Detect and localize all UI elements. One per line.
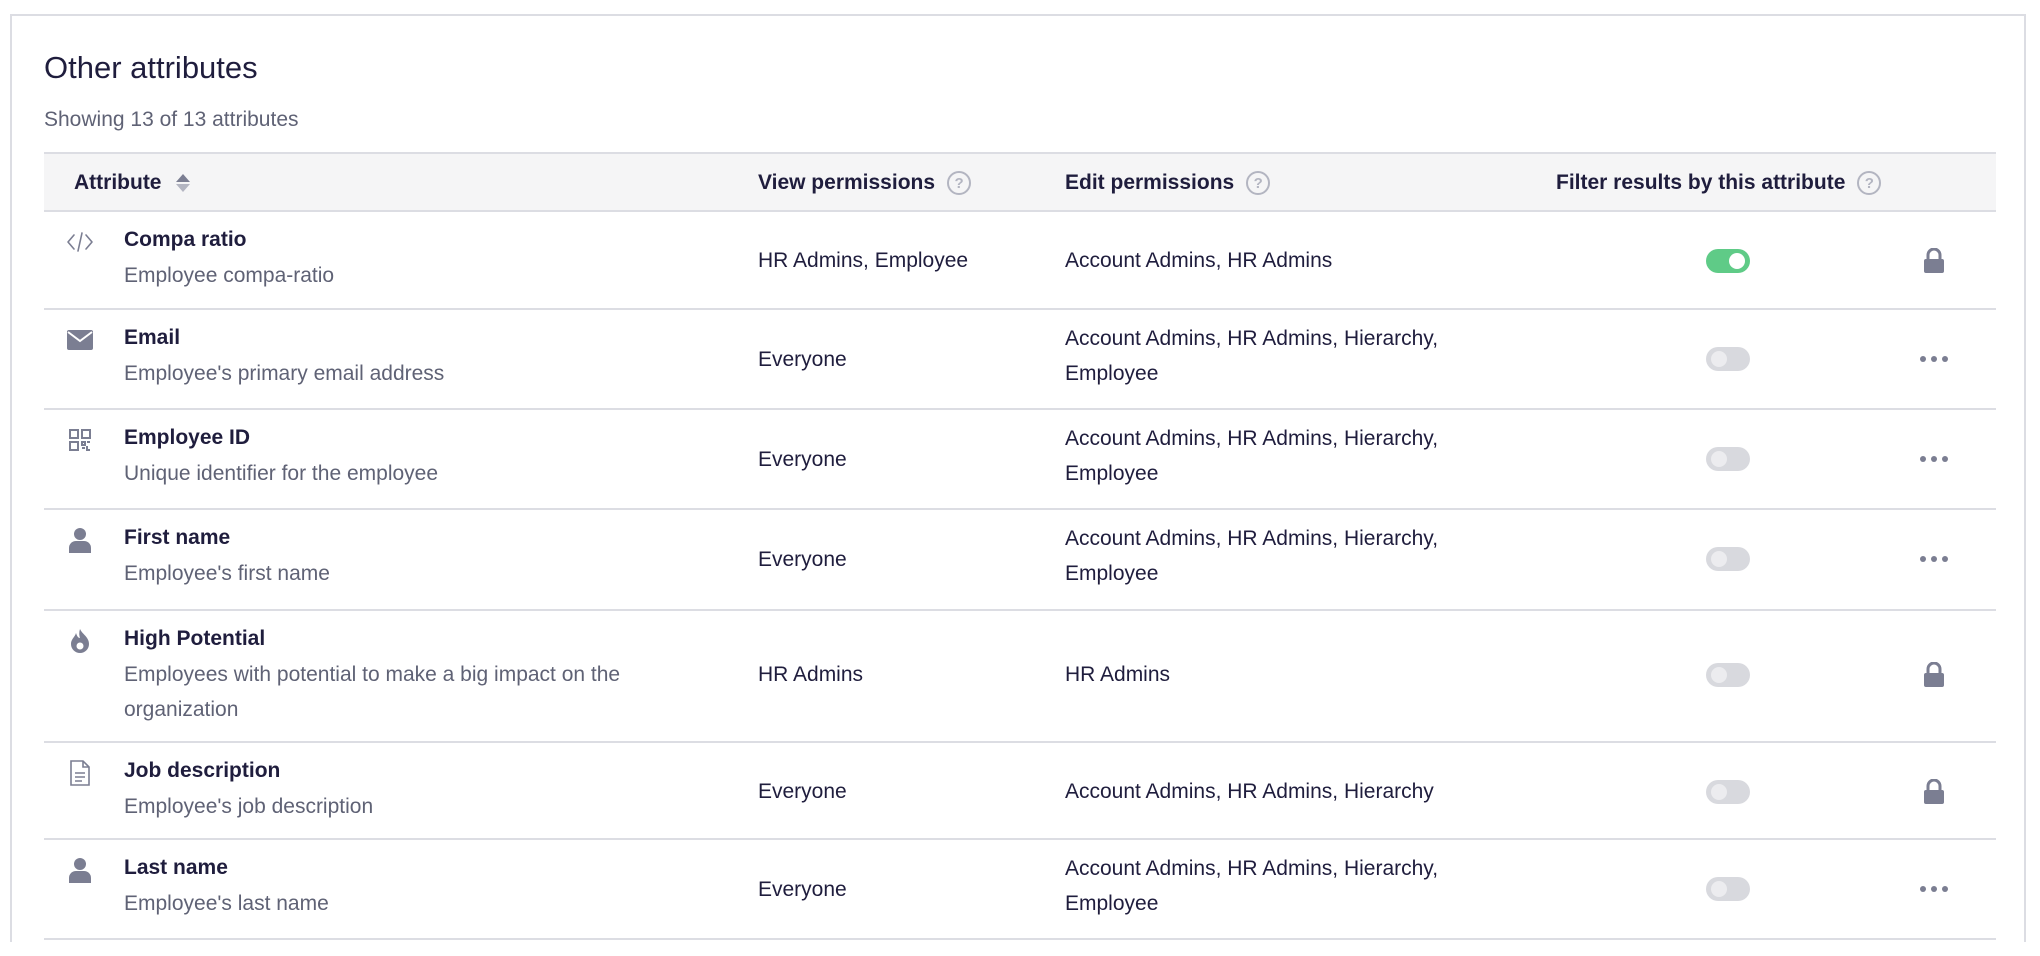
filter-toggle[interactable] xyxy=(1706,249,1750,273)
lock-icon xyxy=(1912,660,1956,690)
edit-permissions-continued: Employee xyxy=(1065,362,1159,385)
view-permissions: Everyone xyxy=(758,348,847,371)
edit-permissions-continued: Employee xyxy=(1065,892,1159,915)
section-subtitle: Showing 13 of 13 attributes xyxy=(44,108,299,131)
view-permissions: Everyone xyxy=(758,878,847,901)
attribute-description: Employee's job description xyxy=(124,795,374,818)
table-header: Attribute View permissions ? Edit permis… xyxy=(44,152,1996,212)
edit-permissions: HR Admins xyxy=(1065,663,1171,686)
attribute-description: Employee's primary email address xyxy=(124,362,445,385)
lock-icon xyxy=(1912,246,1956,276)
filter-toggle[interactable] xyxy=(1706,877,1750,901)
qr-code-icon xyxy=(66,426,94,454)
help-icon[interactable]: ? xyxy=(947,171,972,195)
attribute-name: Last name xyxy=(124,856,228,879)
table-row[interactable]: Email Employee's primary email address E… xyxy=(44,310,1996,410)
toggle-knob xyxy=(1711,667,1727,683)
toggle-knob xyxy=(1711,881,1727,897)
column-header-attribute[interactable]: Attribute xyxy=(74,154,190,212)
help-icon[interactable]: ? xyxy=(1857,171,1882,195)
sort-icon[interactable] xyxy=(175,174,190,192)
column-header-attribute-label: Attribute xyxy=(74,171,162,194)
column-header-edit-label: Edit permissions xyxy=(1065,171,1235,194)
attribute-name: Employee ID xyxy=(124,426,251,449)
document-icon xyxy=(66,759,94,787)
edit-permissions: Account Admins, HR Admins, Hierarchy, xyxy=(1065,527,1439,550)
table-row[interactable]: Compa ratio Employee compa-ratio HR Admi… xyxy=(44,212,1996,310)
view-permissions: Everyone xyxy=(758,548,847,571)
edit-permissions-continued: Employee xyxy=(1065,462,1159,485)
column-header-edit-permissions: Edit permissions ? xyxy=(1065,154,1271,212)
flame-icon xyxy=(66,627,94,655)
edit-permissions-continued: Employee xyxy=(1065,562,1159,585)
attribute-name: Compa ratio xyxy=(124,228,247,251)
table-row[interactable]: High Potential Employees with potential … xyxy=(44,611,1996,743)
other-attributes-card: Other attributes Showing 13 of 13 attrib… xyxy=(10,14,2026,942)
filter-toggle[interactable] xyxy=(1706,780,1750,804)
more-icon xyxy=(1920,456,1948,462)
column-header-filter: Filter results by this attribute ? xyxy=(1556,154,1882,212)
toggle-knob xyxy=(1711,451,1727,467)
table-row[interactable]: First name Employee's first name Everyon… xyxy=(44,510,1996,611)
toggle-knob xyxy=(1711,351,1727,367)
attribute-description-continued: organization xyxy=(124,698,239,721)
toggle-knob xyxy=(1711,551,1727,567)
table-row[interactable]: Job description Employee's job descripti… xyxy=(44,743,1996,840)
section-title: Other attributes xyxy=(44,50,258,85)
view-permissions: HR Admins xyxy=(758,663,864,686)
attribute-description: Employee's first name xyxy=(124,562,330,585)
column-header-view-label: View permissions xyxy=(758,171,936,194)
view-permissions: Everyone xyxy=(758,448,847,471)
attribute-name: Email xyxy=(124,326,181,349)
edit-permissions: Account Admins, HR Admins xyxy=(1065,249,1333,272)
person-icon xyxy=(66,526,94,554)
attribute-description: Unique identifier for the employee xyxy=(124,462,439,485)
filter-toggle[interactable] xyxy=(1706,663,1750,687)
table-row[interactable]: Employee ID Unique identifier for the em… xyxy=(44,410,1996,510)
table-row[interactable]: Last name Employee's last name Everyone … xyxy=(44,840,1996,940)
edit-permissions: Account Admins, HR Admins, Hierarchy xyxy=(1065,780,1434,803)
attribute-name: First name xyxy=(124,526,231,549)
more-options-button[interactable] xyxy=(1912,874,1956,904)
code-icon xyxy=(66,228,94,256)
filter-toggle[interactable] xyxy=(1706,347,1750,371)
more-options-button[interactable] xyxy=(1912,444,1956,474)
attribute-description: Employee compa-ratio xyxy=(124,264,335,287)
edit-permissions: Account Admins, HR Admins, Hierarchy, xyxy=(1065,427,1439,450)
person-icon xyxy=(66,856,94,884)
more-icon xyxy=(1920,886,1948,892)
lock-icon xyxy=(1912,777,1956,807)
attributes-table: Attribute View permissions ? Edit permis… xyxy=(44,152,1996,940)
attribute-name: Job description xyxy=(124,759,281,782)
toggle-knob xyxy=(1711,784,1727,800)
help-icon[interactable]: ? xyxy=(1246,171,1271,195)
attribute-description: Employee's last name xyxy=(124,892,329,915)
more-options-button[interactable] xyxy=(1912,344,1956,374)
envelope-icon xyxy=(66,326,94,354)
attribute-description: Employees with potential to make a big i… xyxy=(124,663,621,686)
edit-permissions: Account Admins, HR Admins, Hierarchy, xyxy=(1065,857,1439,880)
column-header-filter-label: Filter results by this attribute xyxy=(1556,171,1846,194)
column-header-view-permissions: View permissions ? xyxy=(758,154,972,212)
edit-permissions: Account Admins, HR Admins, Hierarchy, xyxy=(1065,327,1439,350)
attribute-name: High Potential xyxy=(124,627,266,650)
toggle-knob xyxy=(1729,253,1745,269)
view-permissions: HR Admins, Employee xyxy=(758,249,969,272)
more-icon xyxy=(1920,356,1948,362)
more-options-button[interactable] xyxy=(1912,544,1956,574)
view-permissions: Everyone xyxy=(758,780,847,803)
filter-toggle[interactable] xyxy=(1706,447,1750,471)
filter-toggle[interactable] xyxy=(1706,547,1750,571)
more-icon xyxy=(1920,556,1948,562)
